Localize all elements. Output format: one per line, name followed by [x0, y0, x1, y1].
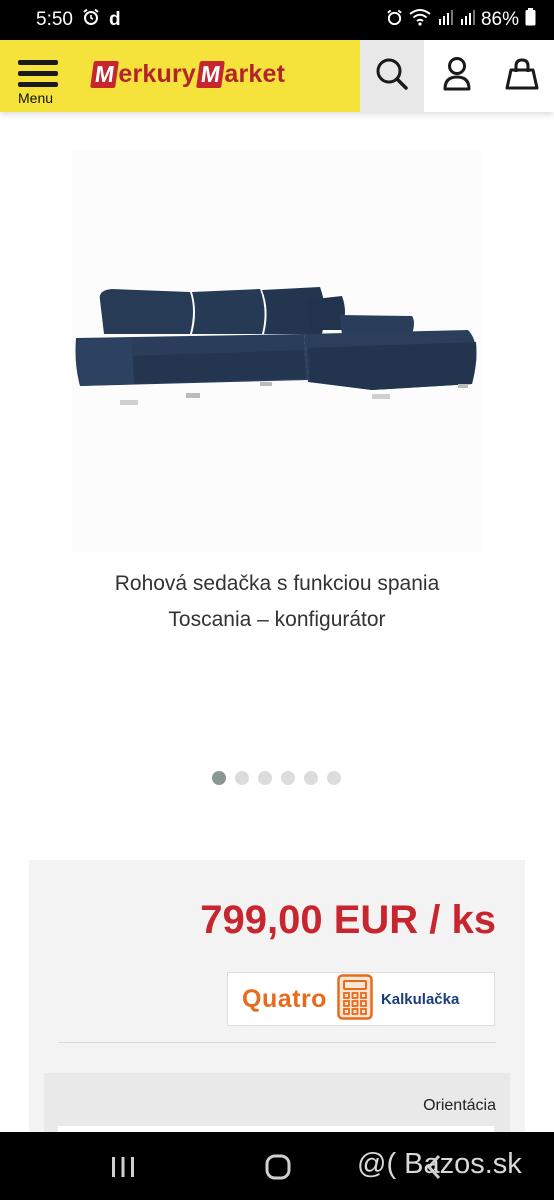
signal-icon: [437, 9, 453, 31]
carousel-dot[interactable]: [235, 771, 249, 785]
site-logo[interactable]: Merkury Market: [90, 60, 285, 89]
status-bar: 5:50 d 86%: [0, 0, 554, 40]
account-button[interactable]: [424, 40, 489, 112]
product-title-line: Rohová sedačka s funkciou spania: [114, 572, 440, 595]
product-price: 799,00 EUR / ks: [200, 898, 496, 942]
cart-button[interactable]: [489, 40, 554, 112]
search-icon: [374, 56, 410, 97]
divider: [58, 1042, 496, 1043]
calculator-label: Kalkulačka: [380, 990, 460, 1008]
recent-apps-icon[interactable]: [110, 1155, 136, 1184]
battery-percent: 86%: [480, 9, 519, 30]
carousel-dot[interactable]: [327, 771, 341, 785]
quatro-logo: Quatro: [242, 984, 327, 1013]
cart-icon: [504, 56, 540, 97]
sofa-image: [75, 287, 477, 405]
status-time: 5:50: [36, 9, 73, 30]
home-icon[interactable]: [265, 1154, 291, 1185]
signal-icon: [459, 9, 475, 31]
carousel-dot[interactable]: [281, 771, 295, 785]
carousel-dot[interactable]: [304, 771, 318, 785]
site-header: Menu Merkury Market: [0, 40, 554, 112]
quatro-calculator-button[interactable]: Quatro Kalkulačka: [227, 972, 495, 1026]
wifi-icon: [409, 8, 431, 32]
user-icon: [442, 56, 472, 97]
app-notification-glyph: d: [108, 9, 121, 30]
product-title-line: Toscania – konfigurátor: [168, 608, 386, 631]
search-button[interactable]: [360, 40, 424, 112]
battery-icon: [525, 8, 536, 32]
carousel-dot[interactable]: [258, 771, 272, 785]
menu-label: Menu: [18, 90, 54, 106]
carousel-dot[interactable]: [212, 771, 226, 785]
watermark: @( Bazos.sk: [357, 1148, 522, 1180]
menu-button[interactable]: Menu: [14, 52, 64, 106]
alarm-icon: [82, 8, 100, 32]
calculator-icon: [337, 973, 373, 1025]
header-brand-area: Menu Merkury Market: [0, 40, 360, 112]
product-title: Rohová sedačka s funkciou spania Toscani…: [40, 566, 514, 638]
alarm-icon: [386, 9, 403, 32]
carousel-dots: [212, 771, 341, 785]
product-image[interactable]: [72, 150, 482, 552]
orientation-label: Orientácia: [423, 1097, 496, 1114]
